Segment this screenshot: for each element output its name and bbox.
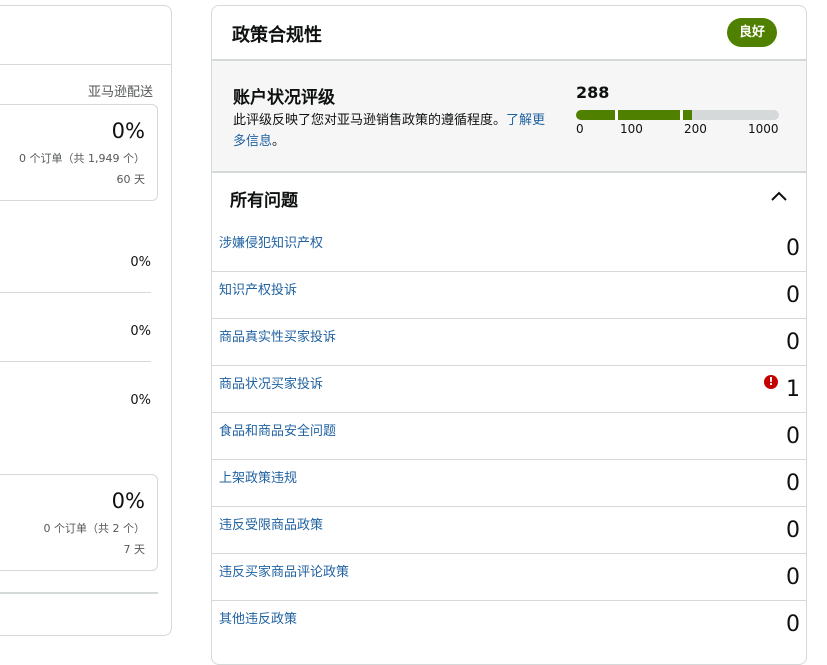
scale-label-1000: 1000 [748,122,779,136]
status-badge: 良好 [726,18,777,47]
rating-marker-200 [680,110,683,120]
issue-count: 0 [786,612,800,637]
issue-row[interactable]: 涉嫌侵犯知识产权 0 [212,224,806,272]
issue-row[interactable]: 违反受限商品政策 0 [212,506,806,554]
scale-label-0: 0 [576,122,584,136]
issue-label-link[interactable]: 食品和商品安全问题 [219,420,336,439]
scale-label-100: 100 [620,122,643,136]
issue-count: 0 [786,283,800,308]
rating-progress-fill [576,110,692,120]
issue-label-link[interactable]: 知识产权投诉 [219,279,297,298]
metric-percent: 0% [111,119,145,143]
issue-row[interactable]: 食品和商品安全问题 0 [212,412,806,460]
metric-period: 7 天 [123,543,146,556]
issue-label-link[interactable]: 违反受限商品政策 [219,514,323,533]
metric-row-value: 0% [130,393,151,408]
metric-percent: 0% [111,489,145,513]
issue-count: 0 [786,471,800,496]
issue-count: 1 [786,377,800,402]
panel-title: 政策合规性 [232,25,322,46]
policy-compliance-panel: 政策合规性 良好 账户状况评级 此评级反映了您对亚马逊销售政策的遵循程度。了解更… [211,5,807,665]
issue-count: 0 [786,565,800,590]
issue-label-link[interactable]: 上架政策违规 [219,467,297,486]
metric-card-60-days: 0% 0 个订单（共 1,949 个） 60 天 [0,104,158,201]
metric-orders: 0 个订单（共 2 个） [43,522,146,535]
rating-description: 此评级反映了您对亚马逊销售政策的遵循程度。了解更多信息。 [233,110,553,152]
metric-orders: 0 个订单（共 1,949 个） [19,152,145,165]
rating-score: 288 [576,83,610,102]
panel-header-divider [0,64,171,65]
metric-period: 60 天 [116,173,146,186]
metric-row-value: 0% [130,324,151,339]
issue-row[interactable]: 违反买家商品评论政策 0 [212,553,806,601]
issue-row[interactable]: 商品状况买家投诉! 1 [212,365,806,413]
rating-progress-bar [576,110,779,120]
issue-label-link[interactable]: 其他违反政策 [219,608,297,627]
exclamation-icon: ! [764,375,778,389]
metric-card-7-days: 0% 0 个订单（共 2 个） 7 天 [0,474,158,571]
row-divider [0,292,151,293]
panel-header: 政策合规性 良好 [212,6,806,61]
shipping-metrics-panel: 亚马逊配送 0% 0 个订单（共 1,949 个） 60 天 0% 0% 0% … [0,5,172,636]
issue-label-link[interactable]: 商品真实性买家投诉 [219,326,336,345]
rating-description-text: 此评级反映了您对亚马逊销售政策的遵循程度。 [233,113,507,128]
issue-label-link[interactable]: 违反买家商品评论政策 [219,561,349,580]
scale-label-200: 200 [684,122,707,136]
row-divider [0,592,158,594]
issue-label-link[interactable]: 涉嫌侵犯知识产权 [219,232,323,251]
issue-count: 0 [786,330,800,355]
issue-row[interactable]: 商品真实性买家投诉 0 [212,318,806,366]
row-divider [0,361,151,362]
chevron-up-icon[interactable] [770,190,788,202]
issue-label-link[interactable]: 商品状况买家投诉 [219,373,323,392]
issue-count: 0 [786,424,800,449]
amazon-fulfilled-label: 亚马逊配送 [87,85,153,100]
issue-row[interactable]: 上架政策违规 0 [212,459,806,507]
issue-count: 0 [786,518,800,543]
rating-title: 账户状况评级 [233,88,335,108]
all-issues-heading: 所有问题 [230,191,298,211]
issue-row[interactable]: 知识产权投诉 0 [212,271,806,319]
issue-row[interactable]: 其他违反政策 0 [212,600,806,647]
rating-description-period: 。 [272,134,286,149]
metric-row-value: 0% [130,255,151,270]
issue-count: 0 [786,236,800,261]
account-health-rating: 账户状况评级 此评级反映了您对亚马逊销售政策的遵循程度。了解更多信息。 288 … [212,61,806,173]
rating-marker-100 [615,110,618,120]
